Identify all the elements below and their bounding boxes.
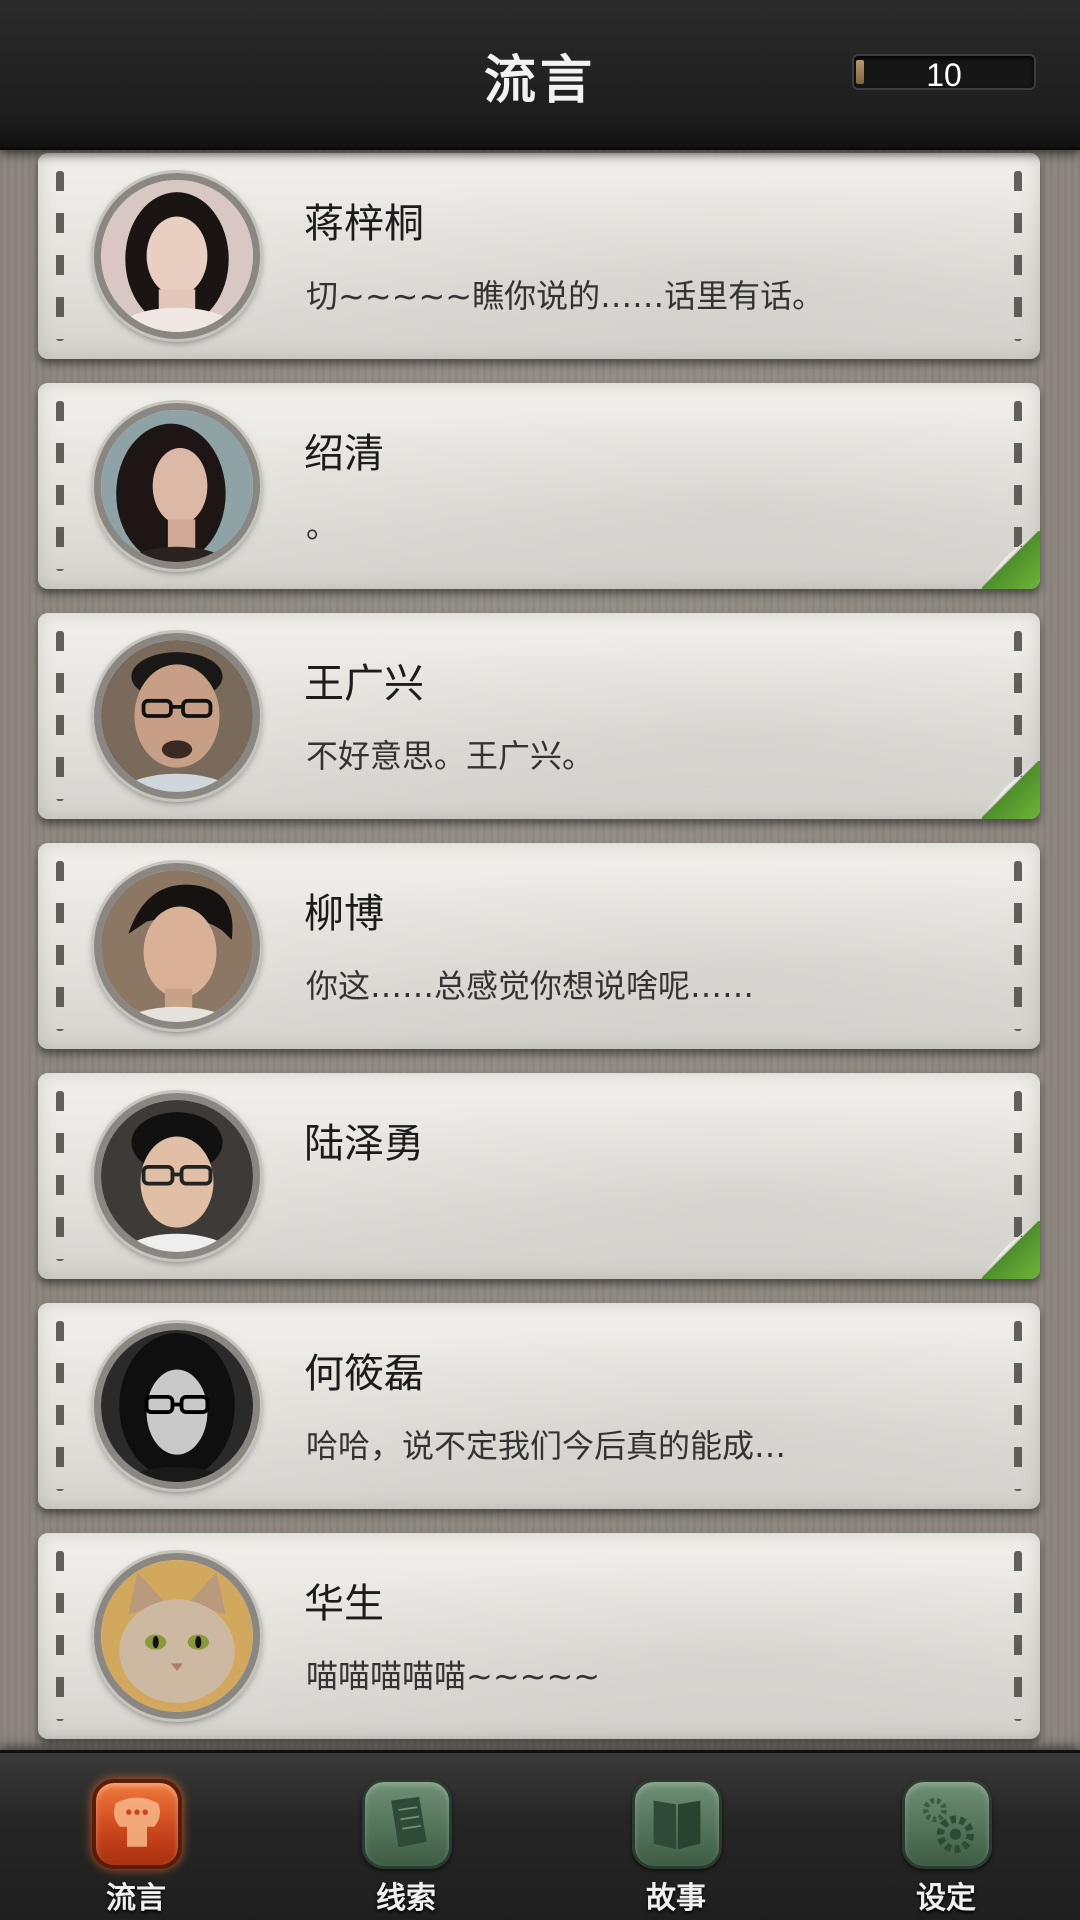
counter-badge: 10 [852,54,1036,93]
message-preview: 。 [306,507,339,545]
message-card-4[interactable]: 陆泽勇 [38,1073,1040,1279]
woman-portrait-icon [94,403,260,569]
message-preview: 不好意思。王广兴。 [306,737,595,775]
nav-tab-rumors[interactable]: 流言 [76,1779,196,1920]
message-preview: 你这……总感觉你想说啥呢…… [306,967,755,1005]
nav-label: 设定 [916,1881,976,1916]
contact-name: 蒋梓桐 [304,201,424,247]
book-icon[interactable] [632,1779,722,1869]
man-with-glasses-portrait-icon [94,1093,260,1259]
nav-tab-story[interactable]: 故事 [616,1779,736,1920]
contact-name: 绍清 [304,431,384,477]
top-bar: 流言 10 [0,0,1080,150]
contact-name: 陆泽勇 [304,1121,424,1167]
binder-holes [56,861,64,1031]
message-preview: 哈哈，说不定我们今后真的能成… [306,1427,787,1465]
man-long-hair-glasses-portrait-icon [94,1323,260,1489]
binder-holes [56,631,64,801]
message-preview: 切~~~~~瞧你说的……话里有话。 [306,277,825,315]
binder-holes [56,1321,64,1491]
message-list[interactable]: 蒋梓桐 切~~~~~瞧你说的……话里有话。 绍清 。 王广兴 不好意思。王广兴。… [0,150,1080,1750]
contact-name: 柳博 [304,891,384,937]
binder-holes [56,1091,64,1261]
binder-holes [56,1551,64,1721]
nav-label: 故事 [646,1881,706,1916]
nav-label: 线索 [376,1881,436,1916]
counter-value: 10 [926,57,962,93]
message-preview: 喵喵喵喵喵~~~~~ [306,1657,601,1695]
unread-corner-curl [982,531,1040,589]
binder-holes [56,171,64,341]
contact-name: 华生 [304,1581,384,1627]
message-card-3[interactable]: 柳博 你这……总感觉你想说啥呢…… [38,843,1040,1049]
contact-name: 王广兴 [304,661,424,707]
contact-name: 何筱磊 [304,1351,424,1397]
man-portrait-icon [94,863,260,1029]
nav-tab-settings[interactable]: 设定 [886,1779,1006,1920]
message-card-5[interactable]: 何筱磊 哈哈，说不定我们今后真的能成… [38,1303,1040,1509]
gear-icon[interactable] [902,1779,992,1869]
nav-tab-clues[interactable]: 线索 [346,1779,466,1920]
bottom-nav: 流言 线索 故事 设定 [0,1750,1080,1920]
message-card-1[interactable]: 绍清 。 [38,383,1040,589]
message-card-6[interactable]: 华生 喵喵喵喵喵~~~~~ [38,1533,1040,1739]
binder-holes [56,401,64,571]
man-with-glasses-portrait-icon [94,633,260,799]
message-card-0[interactable]: 蒋梓桐 切~~~~~瞧你说的……话里有话。 [38,153,1040,359]
chat-bubble-icon[interactable] [92,1779,182,1869]
woman-portrait-icon [94,173,260,339]
nav-label: 流言 [106,1881,166,1916]
cat-portrait-icon [94,1553,260,1719]
unread-corner-curl [982,1221,1040,1279]
message-card-2[interactable]: 王广兴 不好意思。王广兴。 [38,613,1040,819]
unread-corner-curl [982,761,1040,819]
document-icon[interactable] [362,1779,452,1869]
